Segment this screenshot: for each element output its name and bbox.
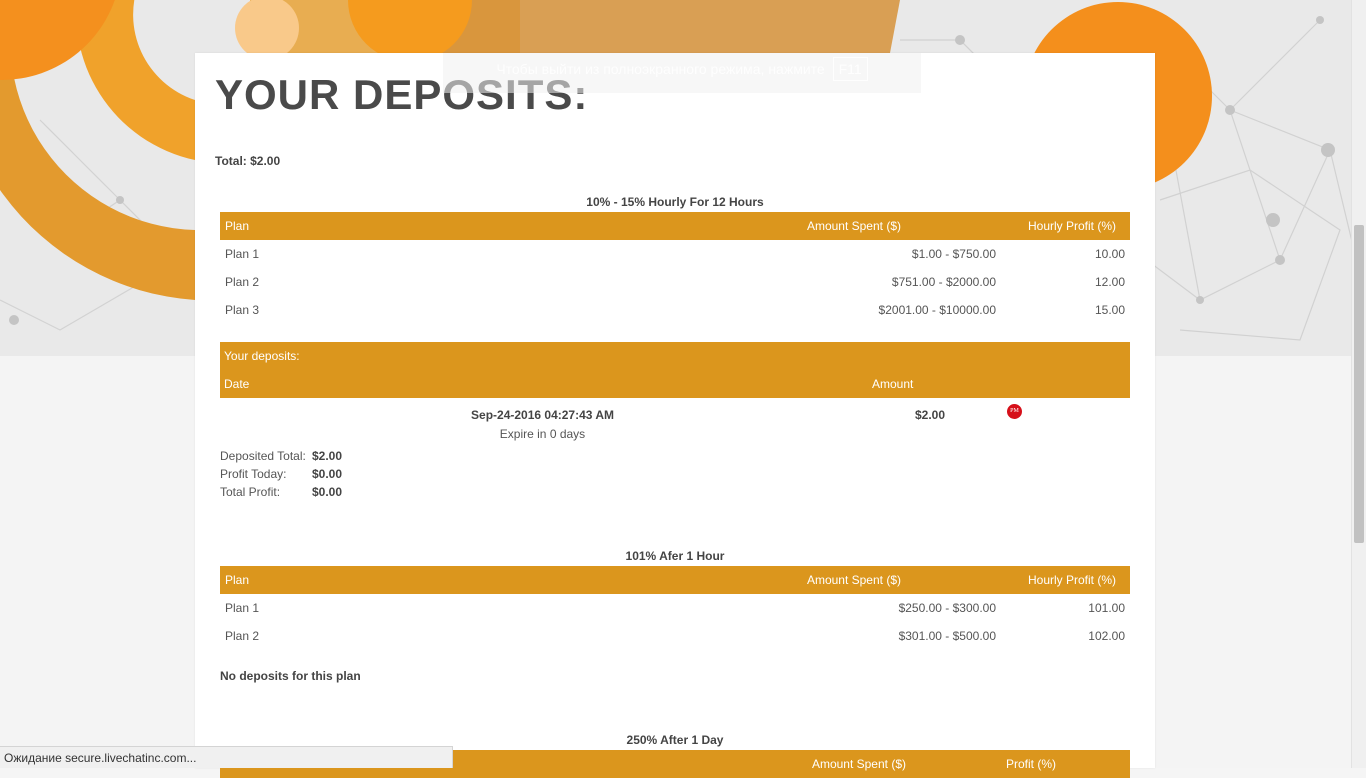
plan-table-header: Plan Amount Spent ($) Hourly Profit (%) xyxy=(220,566,1130,594)
amount-column-header: Amount Spent ($) xyxy=(601,750,1006,778)
amount-column-header: Amount Spent ($) xyxy=(596,566,1001,594)
plan-section-title: 101% Afer 1 Hour xyxy=(625,549,725,563)
plan-column-header: Plan xyxy=(220,212,596,240)
plan-amount: $250.00 - $300.00 xyxy=(898,601,996,615)
plan-name: Plan 1 xyxy=(225,247,260,261)
your-deposits-label: Your deposits: xyxy=(224,349,300,363)
summary-row: Deposited Total: $2.00 xyxy=(220,447,342,465)
deposit-date-header: Date xyxy=(224,377,250,391)
table-row: Plan 2 $301.00 - $500.00 102.00 xyxy=(220,622,1130,650)
plan-name: Plan 2 xyxy=(225,629,260,643)
deposit-amount-header: Amount xyxy=(872,377,914,391)
plan-amount: $1.00 - $750.00 xyxy=(911,247,996,261)
profit-column-header: Hourly Profit (%) xyxy=(1001,212,1130,240)
plan-section-title: 250% After 1 Day xyxy=(626,733,724,747)
deposits-total: Total: $2.00 xyxy=(215,154,281,168)
plan-amount: $301.00 - $500.00 xyxy=(898,629,996,643)
plan-profit: 102.00 xyxy=(1088,629,1125,643)
no-deposits-message: No deposits for this plan xyxy=(220,669,361,683)
summary-value: $0.00 xyxy=(312,485,343,499)
summary-label: Deposited Total: xyxy=(220,449,306,463)
plan-name: Plan 1 xyxy=(225,601,260,615)
summary-row: Profit Today: $0.00 xyxy=(220,465,342,483)
profit-column-header: Hourly Profit (%) xyxy=(1001,566,1130,594)
plan-name: Plan 3 xyxy=(225,303,260,317)
scrollbar[interactable] xyxy=(1351,0,1366,768)
summary-label: Total Profit: xyxy=(220,485,281,499)
perfect-money-icon: PM xyxy=(1007,404,1022,419)
your-deposits-header: Your deposits: Date Amount xyxy=(220,342,1130,398)
profit-column-header: Profit (%) xyxy=(1006,750,1130,778)
scrollbar-thumb[interactable] xyxy=(1354,225,1364,543)
deposit-date: Sep-24-2016 04:27:43 AM xyxy=(471,408,614,422)
plan-table-header: Plan Amount Spent ($) Hourly Profit (%) xyxy=(220,212,1130,240)
summary-value: $2.00 xyxy=(312,449,343,463)
plan-profit: 12.00 xyxy=(1094,275,1125,289)
fullscreen-hint-text: Чтобы выйти из полноэкранного режима, на… xyxy=(496,61,825,77)
plan-profit: 15.00 xyxy=(1094,303,1125,317)
plan-name: Plan 2 xyxy=(225,275,260,289)
table-row: Plan 3 $2001.00 - $10000.00 15.00 xyxy=(220,296,1130,324)
plan-table: Plan Amount Spent ($) Hourly Profit (%) … xyxy=(220,212,1130,324)
summary-value: $0.00 xyxy=(312,467,343,481)
table-row: Plan 1 $250.00 - $300.00 101.00 xyxy=(220,594,1130,622)
table-row: Plan 1 $1.00 - $750.00 10.00 xyxy=(220,240,1130,268)
browser-status-bar: Ожидание secure.livechatinc.com... xyxy=(0,746,453,768)
fullscreen-hint-key: F11 xyxy=(832,57,868,81)
deposit-expire: Expire in 0 days xyxy=(499,427,586,441)
plan-table: Plan Amount Spent ($) Hourly Profit (%) … xyxy=(220,566,1130,650)
summary-label: Profit Today: xyxy=(220,467,287,481)
plan-profit: 10.00 xyxy=(1094,247,1125,261)
summary-row: Total Profit: $0.00 xyxy=(220,483,342,501)
deposit-amount: $2.00 xyxy=(915,408,946,422)
deposits-panel: YOUR DEPOSITS: Чтобы выйти из полноэкран… xyxy=(195,53,1155,778)
plan-column-header: Plan xyxy=(220,566,596,594)
plan-section-title: 10% - 15% Hourly For 12 Hours xyxy=(586,195,764,209)
fullscreen-hint: Чтобы выйти из полноэкранного режима, на… xyxy=(443,53,921,93)
deposit-summary: Deposited Total: $2.00 Profit Today: $0.… xyxy=(220,447,342,501)
plan-amount: $751.00 - $2000.00 xyxy=(891,275,996,289)
plan-profit: 101.00 xyxy=(1088,601,1125,615)
table-row: Plan 2 $751.00 - $2000.00 12.00 xyxy=(220,268,1130,296)
plan-amount: $2001.00 - $10000.00 xyxy=(878,303,996,317)
amount-column-header: Amount Spent ($) xyxy=(596,212,1001,240)
